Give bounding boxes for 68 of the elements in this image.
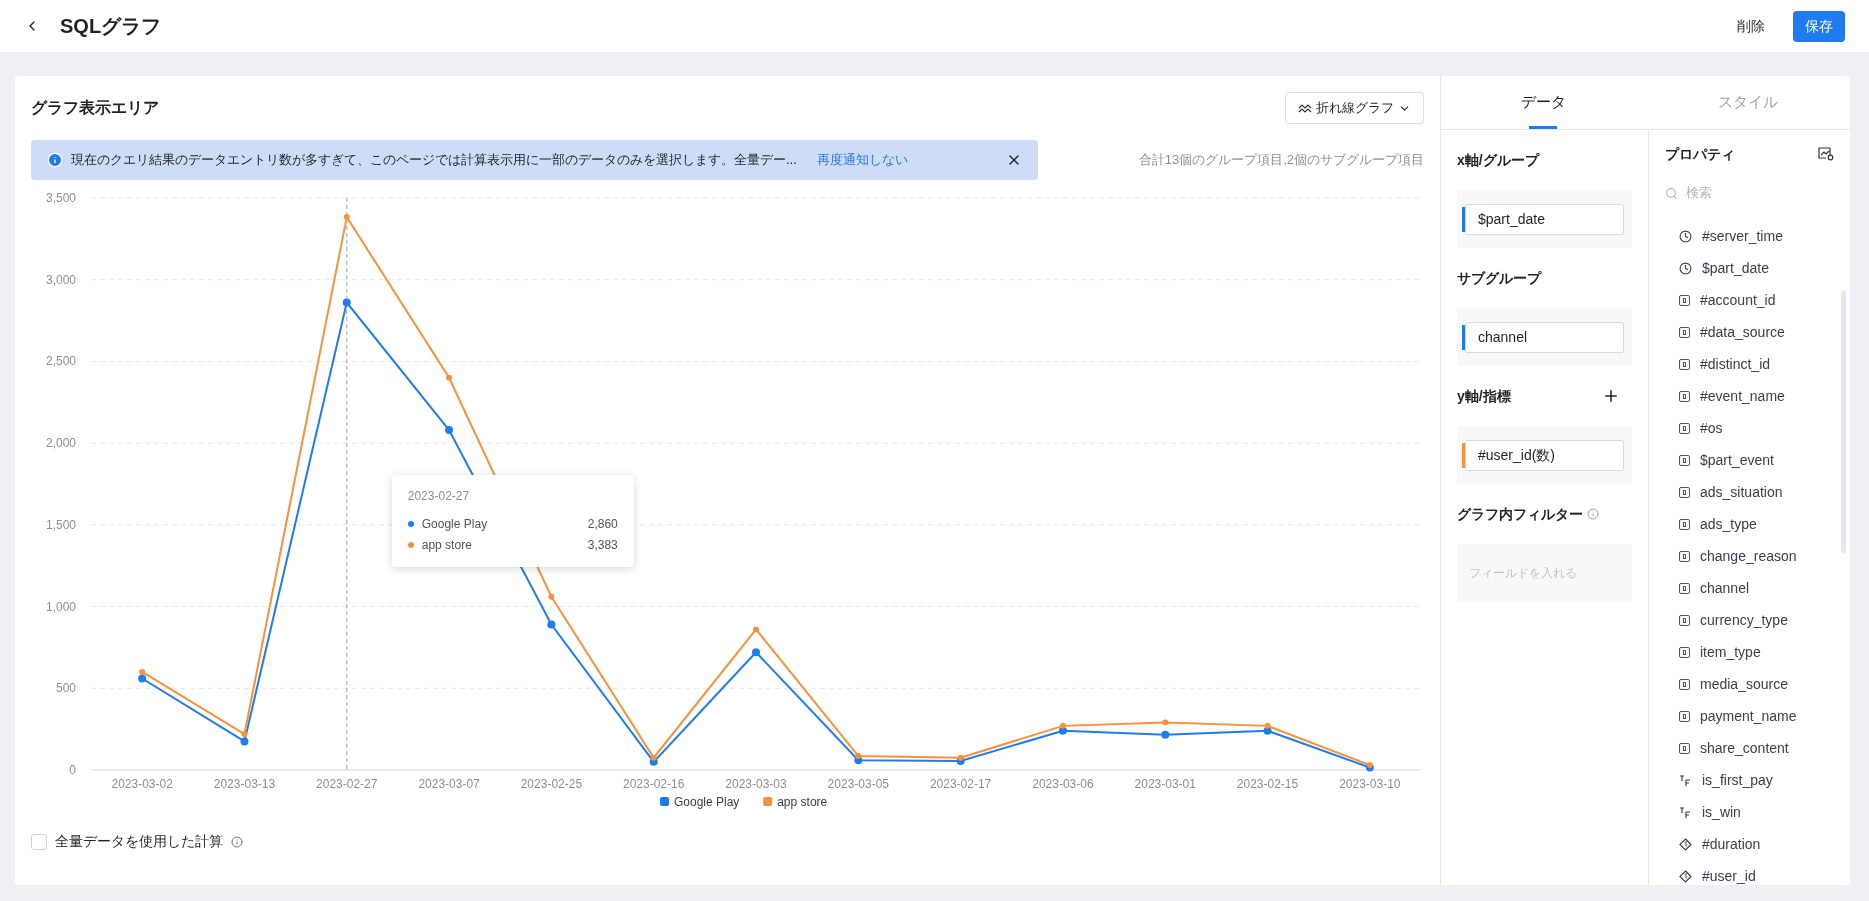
group-summary: 合計13個のグループ項目,2個のサブグループ項目 (1138, 151, 1424, 170)
y-axis-label: 2,000 (45, 436, 76, 451)
x-axis-label: 2023-02-25 (520, 777, 583, 791)
property-item[interactable]: ads_situation (1665, 476, 1842, 508)
y-axis-label: 500 (55, 681, 76, 696)
property-item[interactable]: #user_id (1665, 860, 1842, 885)
x-axis-label: 2023-03-10 (1339, 777, 1401, 791)
section-title: y軸/指標 (1457, 386, 1511, 406)
legend-label: app store (777, 795, 828, 809)
property-item[interactable]: $part_event (1665, 444, 1842, 476)
y-axis-label: 0 (69, 763, 76, 777)
tooltip-series-name: Google Play (421, 515, 488, 533)
property-item[interactable]: $part_date (1665, 252, 1842, 284)
property-item[interactable]: is_first_pay (1665, 764, 1842, 796)
legend-item[interactable]: app store (763, 795, 828, 809)
chart-area-title: グラフ表示エリア (31, 98, 159, 118)
property-item[interactable]: #server_time (1665, 220, 1842, 252)
property-item[interactable]: #data_source (1665, 316, 1842, 348)
x-axis-label: 2023-03-03 (725, 777, 787, 791)
chart-type-dropdown[interactable]: 折れ線グラフ (1285, 92, 1424, 124)
y-axis-label: 2,500 (45, 354, 76, 369)
y-axis-label: 1,500 (45, 517, 76, 532)
checkbox-label: 全量データを使用した計算 (55, 832, 223, 851)
property-item[interactable]: ads_type (1665, 508, 1842, 540)
property-item[interactable]: #event_name (1665, 380, 1842, 412)
x-axis-label: 2023-03-07 (418, 777, 480, 791)
section-title: サブグループ (1457, 268, 1541, 288)
x-axis-label: 2023-02-16 (623, 777, 685, 791)
property-item[interactable]: is_win (1665, 796, 1842, 828)
property-item[interactable]: #distinct_id (1665, 348, 1842, 380)
legend-item[interactable]: Google Play (660, 795, 740, 809)
x-axis-label: 2023-03-02 (111, 777, 173, 791)
property-item[interactable]: share_content (1665, 732, 1842, 764)
y-axis-label: 1,000 (45, 599, 76, 614)
properties-title: プロパティ (1665, 144, 1735, 164)
field-chip[interactable]: #user_id(数) (1465, 439, 1624, 471)
property-item[interactable]: #os (1665, 412, 1842, 444)
legend-label: Google Play (674, 795, 740, 809)
property-item[interactable]: media_source (1665, 668, 1842, 700)
section-title: x軸/グループ (1457, 150, 1539, 170)
section-title: グラフ内フィルター (1457, 504, 1583, 524)
property-item[interactable]: item_type (1665, 636, 1842, 668)
property-item[interactable]: channel (1665, 572, 1842, 604)
page-title: SQLグラフ (60, 14, 162, 39)
property-item[interactable]: #account_id (1665, 284, 1842, 316)
y-axis-label: 3,000 (45, 272, 76, 287)
x-axis-label: 2023-02-27 (316, 777, 378, 791)
tooltip-series-name: app store (421, 536, 472, 554)
notice-text: 現在のクエリ結果のデータエントリ数が多すぎて、このページでは計算表示用に一部のデータのみを選択します。全量デー... (71, 151, 797, 170)
save-button[interactable]: 保存 (1793, 10, 1845, 42)
tooltip-value: 3,383 (587, 536, 618, 554)
property-item[interactable]: currency_type (1665, 604, 1842, 636)
tooltip-date: 2023-02-27 (407, 488, 471, 505)
x-axis-label: 2023-02-17 (929, 777, 992, 791)
property-item[interactable]: payment_name (1665, 700, 1842, 732)
tooltip-value: 2,860 (587, 515, 618, 533)
field-chip[interactable]: channel (1465, 321, 1624, 353)
tab[interactable]: データ (1441, 76, 1646, 129)
delete-button[interactable]: 削除 (1725, 10, 1777, 42)
x-axis-label: 2023-03-01 (1134, 777, 1196, 791)
field-chip[interactable]: $part_date (1465, 203, 1624, 235)
x-axis-label: 2023-03-06 (1032, 777, 1094, 791)
x-axis-label: 2023-03-13 (213, 777, 276, 791)
x-axis-label: 2023-03-05 (827, 777, 889, 791)
y-axis-label: 3,500 (45, 191, 76, 205)
property-item[interactable]: #duration (1665, 828, 1842, 860)
x-axis-label: 2023-02-15 (1236, 777, 1299, 791)
property-item[interactable]: change_reason (1665, 540, 1842, 572)
